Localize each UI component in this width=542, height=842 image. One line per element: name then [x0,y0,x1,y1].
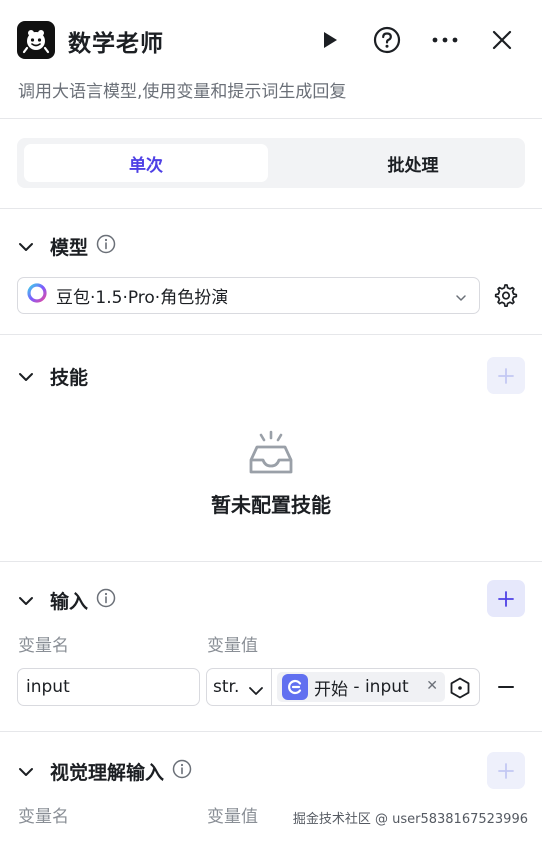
variable-name-input[interactable] [17,668,200,706]
add-vision-input-button[interactable] [487,752,525,789]
skills-section-header[interactable]: 技能 [18,363,96,390]
info-icon[interactable] [96,588,116,613]
column-label-name: 变量名 [18,636,69,656]
input-section-header[interactable]: 输入 [18,587,116,614]
start-node-icon [282,674,308,700]
variable-reference-tag: 开始 - input ✕ [277,672,445,702]
skills-section-title: 技能 [50,367,89,389]
chevron-down-icon [18,242,34,252]
chevron-down-icon [18,596,34,606]
column-label-value: 变量值 [207,807,258,827]
robot-logo-icon [17,21,55,59]
divider [0,208,542,209]
info-icon[interactable] [96,234,116,259]
run-mode-tabs: 单次 批处理 [17,138,525,188]
variable-reference-field[interactable]: 开始 - input ✕ [271,668,480,706]
model-select[interactable]: 豆包·1.5·Pro·角色扮演 [17,277,480,314]
plus-icon [498,762,514,779]
gear-icon [494,284,518,308]
node-title: 数学老师 [68,31,164,57]
play-icon [324,32,337,48]
model-section-title: 模型 [50,237,89,259]
variable-type-label: str. [213,677,240,697]
more-button[interactable] [429,24,461,56]
close-button[interactable] [486,24,518,56]
tab-batch[interactable]: 批处理 [291,144,535,182]
chevron-down-icon [455,289,467,309]
input-section-title: 输入 [50,591,89,613]
close-icon [492,30,512,50]
help-icon [373,26,401,54]
divider [0,118,542,119]
variable-picker-icon[interactable] [449,677,471,704]
variable-type-select[interactable]: str. [206,668,272,706]
divider [0,334,542,335]
model-section-header[interactable]: 模型 [18,233,116,260]
more-icon [432,37,458,43]
reference-variable-name: input [364,677,409,697]
column-label-name: 变量名 [18,807,69,827]
reference-node-name: 开始 [314,679,348,700]
watermark: 掘金技术社区 @ user5838167523996 [292,812,528,827]
minus-icon [498,686,514,688]
close-icon[interactable]: ✕ [426,678,438,694]
node-header: 数学老师 调用大语言模型,使用变量和提示词生成回复 [0,0,542,118]
model-settings-button[interactable] [494,284,518,312]
empty-skills-text: 暂未配置技能 [211,493,331,517]
plus-icon [498,367,514,384]
reference-separator: - [348,677,365,697]
chevron-down-icon [18,767,34,777]
chevron-down-icon [248,682,264,702]
play-button[interactable] [313,24,345,56]
add-skill-button[interactable] [487,357,525,394]
selected-model-label: 豆包·1.5·Pro·角色扮演 [56,288,229,308]
vision-input-section-title: 视觉理解输入 [50,762,165,784]
empty-box-icon [249,430,293,474]
plus-icon [498,590,514,607]
empty-skills-illustration [0,430,542,480]
tab-single[interactable]: 单次 [24,144,268,182]
chevron-down-icon [18,372,34,382]
vision-input-section-header[interactable]: 视觉理解输入 [18,758,192,785]
node-description: 调用大语言模型,使用变量和提示词生成回复 [18,82,347,102]
column-label-value: 变量值 [207,636,258,656]
add-input-button[interactable] [487,580,525,617]
info-icon[interactable] [172,759,192,784]
divider [0,561,542,562]
doubao-model-icon [27,283,47,308]
remove-input-button[interactable] [494,676,518,698]
divider [0,731,542,732]
help-button[interactable] [371,24,403,56]
